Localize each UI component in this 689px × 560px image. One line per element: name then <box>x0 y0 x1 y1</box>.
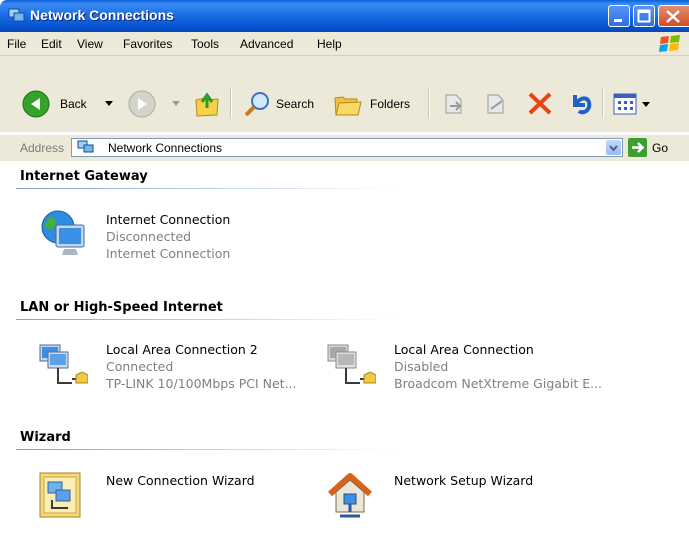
network-setup-wizard-icon <box>327 473 373 518</box>
delete-icon[interactable] <box>526 89 554 117</box>
back-label: Back <box>60 97 87 111</box>
menu-favorites[interactable]: Favorites <box>123 37 172 51</box>
group-divider <box>16 188 396 189</box>
group-divider <box>16 449 396 450</box>
item-internet-connection[interactable]: Internet Connection Disconnected Interne… <box>38 209 268 269</box>
connection-status: Connected <box>106 359 174 374</box>
menu-tools[interactable]: Tools <box>191 37 219 51</box>
content-pane: Internet Gateway Internet Connection Dis… <box>0 161 689 560</box>
item-local-area-connection[interactable]: Local Area Connection Disabled Broadcom … <box>326 339 626 399</box>
menu-help[interactable]: Help <box>317 37 342 51</box>
address-dropdown-button[interactable] <box>606 140 621 155</box>
menu-edit[interactable]: Edit <box>41 37 62 51</box>
windows-logo-icon <box>659 35 680 52</box>
go-arrow-icon <box>632 142 645 153</box>
views-button[interactable] <box>613 92 663 118</box>
group-title-internet-gateway: Internet Gateway <box>20 169 148 184</box>
back-arrow-icon <box>22 90 50 118</box>
connection-device: Broadcom NetXtreme Gigabit E... <box>394 376 603 391</box>
connection-status: Disabled <box>394 359 449 374</box>
maximize-icon <box>637 9 651 23</box>
folders-button[interactable]: Folders <box>333 89 421 119</box>
back-button[interactable]: Back <box>22 90 122 118</box>
minimize-button[interactable] <box>608 5 630 27</box>
search-button[interactable]: Search <box>243 89 325 119</box>
forward-dropdown-icon[interactable] <box>172 101 180 107</box>
address-bar: Address Network Connections Go <box>0 134 689 161</box>
connection-device: Internet Connection <box>106 246 231 261</box>
title-bar[interactable]: Network Connections <box>0 0 689 32</box>
item-network-setup-wizard[interactable]: Network Setup Wizard <box>326 470 566 530</box>
search-icon <box>244 92 269 117</box>
menu-view[interactable]: View <box>77 37 103 51</box>
item-local-area-connection-2[interactable]: Local Area Connection 2 Connected TP-LIN… <box>38 339 308 399</box>
address-input[interactable]: Network Connections <box>71 138 623 157</box>
group-divider <box>16 319 396 320</box>
connection-name: Internet Connection <box>106 212 231 227</box>
new-connection-wizard-icon <box>39 472 81 518</box>
menu-file[interactable]: File <box>7 37 26 51</box>
network-connections-icon <box>77 140 94 153</box>
wizard-name: Network Setup Wizard <box>394 473 534 488</box>
views-icon <box>613 93 637 115</box>
forward-arrow-icon <box>128 90 156 118</box>
item-new-connection-wizard[interactable]: New Connection Wizard <box>38 470 278 530</box>
window-title: Network Connections <box>30 7 174 23</box>
connection-status: Disconnected <box>106 229 192 244</box>
copy-to-icon[interactable] <box>482 89 510 117</box>
internet-connection-icon <box>41 210 85 255</box>
connection-name: Local Area Connection 2 <box>106 342 258 357</box>
folders-icon <box>334 96 362 116</box>
network-connections-icon <box>8 8 25 22</box>
wizard-name: New Connection Wizard <box>106 473 255 488</box>
views-dropdown-icon <box>642 102 650 107</box>
lan-connection-icon <box>39 344 88 384</box>
menu-advanced[interactable]: Advanced <box>240 37 293 51</box>
maximize-button[interactable] <box>633 5 655 27</box>
forward-button[interactable] <box>128 90 188 118</box>
group-title-lan: LAN or High-Speed Internet <box>20 300 223 315</box>
undo-icon[interactable] <box>567 89 595 117</box>
search-label: Search <box>276 97 315 111</box>
address-label: Address <box>20 141 65 155</box>
menu-bar: File Edit View Favorites Tools Advanced … <box>0 32 689 56</box>
minimize-icon <box>614 19 622 22</box>
connection-device: TP-LINK 10/100Mbps PCI Net... <box>106 376 297 391</box>
address-value: Network Connections <box>108 141 223 155</box>
go-label[interactable]: Go <box>652 141 668 155</box>
close-button[interactable] <box>658 5 689 27</box>
folders-label: Folders <box>370 97 411 111</box>
chevron-down-icon <box>609 145 618 152</box>
up-folder-icon[interactable] <box>193 88 221 118</box>
back-dropdown-icon[interactable] <box>105 101 113 107</box>
group-title-wizard: Wizard <box>20 430 71 445</box>
lan-connection-disabled-icon <box>327 344 376 384</box>
close-icon <box>666 10 680 23</box>
connection-name: Local Area Connection <box>394 342 534 357</box>
go-button[interactable] <box>628 138 647 157</box>
move-to-icon[interactable] <box>440 89 468 117</box>
